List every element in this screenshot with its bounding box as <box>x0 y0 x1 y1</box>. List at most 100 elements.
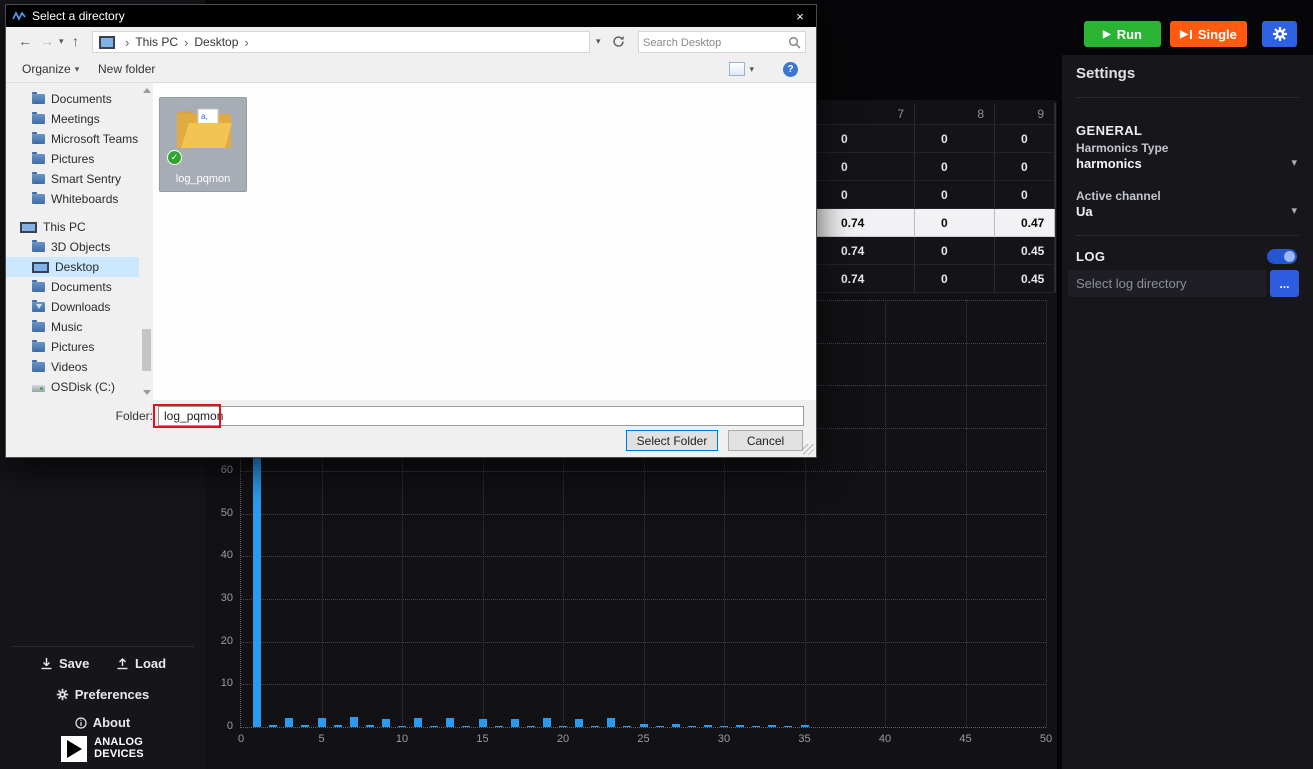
y-tick-label: 10 <box>195 677 233 689</box>
forward-icon[interactable]: → <box>40 33 54 49</box>
settings-panel: Settings GENERAL Harmonics Type harmonic… <box>1062 55 1313 769</box>
gridline-vertical <box>1046 300 1047 727</box>
table-header-cell: 7 <box>815 103 915 124</box>
tree-item-whiteboards[interactable]: Whiteboards <box>6 189 139 209</box>
tree-item-3d-objects[interactable]: 3D Objects <box>6 237 139 257</box>
chevron-down-icon[interactable]: ▾ <box>1291 156 1297 169</box>
save-icon <box>40 657 53 670</box>
help-button[interactable]: ? <box>783 62 798 77</box>
folder-field-label: Folder: <box>93 409 153 423</box>
chart-bar <box>350 717 358 727</box>
y-tick-label: 30 <box>195 592 233 604</box>
select-folder-button[interactable]: Select Folder <box>626 430 718 451</box>
harmonics-type-label: Harmonics Type <box>1076 141 1168 155</box>
tree-item-label: Music <box>51 320 82 334</box>
single-button[interactable]: ▶ Single <box>1170 21 1247 47</box>
harmonics-table: 7890000000000.7400.470.7400.450.7400.45 <box>815 103 1056 293</box>
back-icon[interactable]: ← <box>18 33 32 49</box>
app-window: Save Load Preferences Abou <box>0 0 1313 769</box>
harmonics-type-value[interactable]: harmonics <box>1076 156 1142 171</box>
tree-item-this-pc[interactable]: This PC <box>6 217 139 237</box>
table-cell: 0 <box>815 181 915 208</box>
up-icon[interactable]: ↑ <box>72 33 79 49</box>
log-divider <box>1076 235 1299 236</box>
tree-item-documents[interactable]: Documents <box>6 89 139 109</box>
scrollbar-thumb[interactable] <box>142 329 151 371</box>
tree-item-microsoft-teams[interactable]: Microsoft Teams <box>6 129 139 149</box>
address-dropdown-icon[interactable]: ▾ <box>596 36 601 47</box>
folder-icon <box>32 114 45 124</box>
settings-gear-button[interactable] <box>1262 21 1297 47</box>
tree-item-downloads[interactable]: Downloads <box>6 297 139 317</box>
dialog-file-area[interactable]: a, ✓ log_pqmon <box>153 83 816 400</box>
chart-bar <box>318 718 326 727</box>
x-tick-label: 20 <box>548 733 578 745</box>
organize-button[interactable]: Organize ▾ <box>22 62 79 76</box>
pc-icon <box>20 222 37 233</box>
analog-devices-logo: ANALOG DEVICES <box>0 736 205 762</box>
cancel-button[interactable]: Cancel <box>728 430 803 451</box>
table-row: 0.7400.45 <box>815 265 1055 293</box>
chart-bar <box>591 726 599 727</box>
history-dropdown-icon[interactable]: ▾ <box>59 36 64 47</box>
x-tick-label: 35 <box>790 733 820 745</box>
single-label: Single <box>1198 27 1237 42</box>
log-directory-input[interactable] <box>1068 270 1266 297</box>
dialog-titlebar[interactable]: Select a directory × <box>6 5 816 27</box>
refresh-icon[interactable] <box>612 35 625 48</box>
folder-icon <box>32 194 45 204</box>
table-row: 000 <box>815 181 1055 209</box>
active-channel-value[interactable]: Ua <box>1076 204 1093 219</box>
chart-bar <box>462 726 470 727</box>
browse-log-directory-button[interactable]: ... <box>1270 270 1299 297</box>
view-mode-icon <box>729 62 745 76</box>
address-bar[interactable]: ›This PC›Desktop› <box>92 31 590 53</box>
save-button[interactable]: Save <box>40 656 89 671</box>
view-mode-button[interactable]: ▾ <box>729 62 754 76</box>
run-label: Run <box>1117 27 1142 42</box>
scroll-up-icon[interactable] <box>143 88 151 93</box>
log-toggle[interactable] <box>1267 249 1297 264</box>
search-box[interactable] <box>638 31 806 53</box>
folder-name-input[interactable] <box>158 406 804 426</box>
table-header-cell: 8 <box>915 103 995 124</box>
folder-icon <box>32 282 45 292</box>
tree-scrollbar[interactable] <box>140 83 153 400</box>
tree-item-osdisk-c[interactable]: OSDisk (C:) <box>6 377 139 397</box>
about-button[interactable]: About <box>0 715 205 730</box>
resize-grip[interactable] <box>803 444 814 455</box>
scroll-down-icon[interactable] <box>143 390 151 395</box>
tree-item-music[interactable]: Music <box>6 317 139 337</box>
run-button[interactable]: ▶ Run <box>1084 21 1161 47</box>
x-tick-label: 10 <box>387 733 417 745</box>
new-folder-button[interactable]: New folder <box>98 62 155 76</box>
close-icon[interactable]: × <box>784 5 816 27</box>
table-cell: 0 <box>915 181 995 208</box>
chevron-down-icon: ▾ <box>75 64 80 75</box>
tree-item-documents[interactable]: Documents <box>6 277 139 297</box>
play-icon: ▶ <box>1103 29 1111 40</box>
tree-item-videos[interactable]: Videos <box>6 357 139 377</box>
tree-item-meetings[interactable]: Meetings <box>6 109 139 129</box>
gridline-vertical <box>966 300 967 727</box>
settings-divider <box>1076 97 1299 98</box>
search-input[interactable] <box>641 33 785 53</box>
tree-item-desktop[interactable]: Desktop <box>6 257 139 277</box>
tree-item-pictures[interactable]: Pictures <box>6 337 139 357</box>
dialog-folder-pane: DocumentsMeetingsMicrosoft TeamsPictures… <box>6 83 153 400</box>
tree-item-smart-sentry[interactable]: Smart Sentry <box>6 169 139 189</box>
tree-item-pictures[interactable]: Pictures <box>6 149 139 169</box>
folder-item-log-pqmon[interactable]: a, ✓ log_pqmon <box>159 97 247 192</box>
chart-bar <box>527 726 535 727</box>
load-button[interactable]: Load <box>116 656 166 671</box>
tree-item-label: Documents <box>51 92 112 106</box>
skip-bar-icon <box>1190 30 1192 39</box>
breadcrumb-item[interactable]: This PC <box>135 35 178 49</box>
chevron-down-icon[interactable]: ▾ <box>1291 204 1297 217</box>
chart-bar <box>446 718 454 727</box>
preferences-button[interactable]: Preferences <box>0 687 205 702</box>
annotation-highlight <box>153 404 221 428</box>
drive-icon <box>32 385 45 392</box>
search-icon[interactable] <box>788 36 801 49</box>
breadcrumb-item[interactable]: Desktop <box>194 35 238 49</box>
